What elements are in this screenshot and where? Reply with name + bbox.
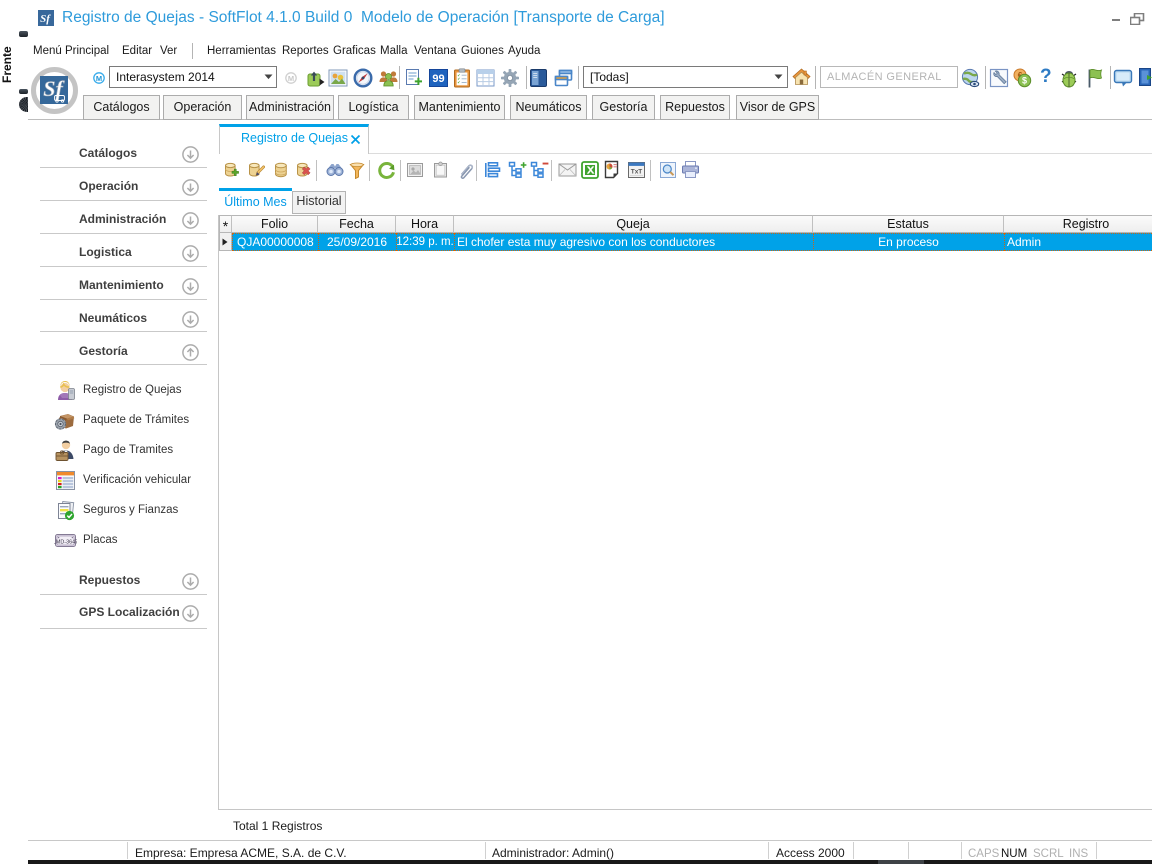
svg-text:LMD-3647: LMD-3647 (54, 540, 77, 546)
svg-text:99: 99 (432, 73, 444, 85)
svg-text:Sf: Sf (40, 13, 51, 25)
svg-text:$: $ (1022, 76, 1027, 86)
svg-text:M: M (288, 74, 294, 83)
svg-text:TxT: TxT (631, 169, 643, 176)
svg-text:✔: ✔ (457, 81, 460, 85)
svg-text:M: M (96, 74, 102, 83)
